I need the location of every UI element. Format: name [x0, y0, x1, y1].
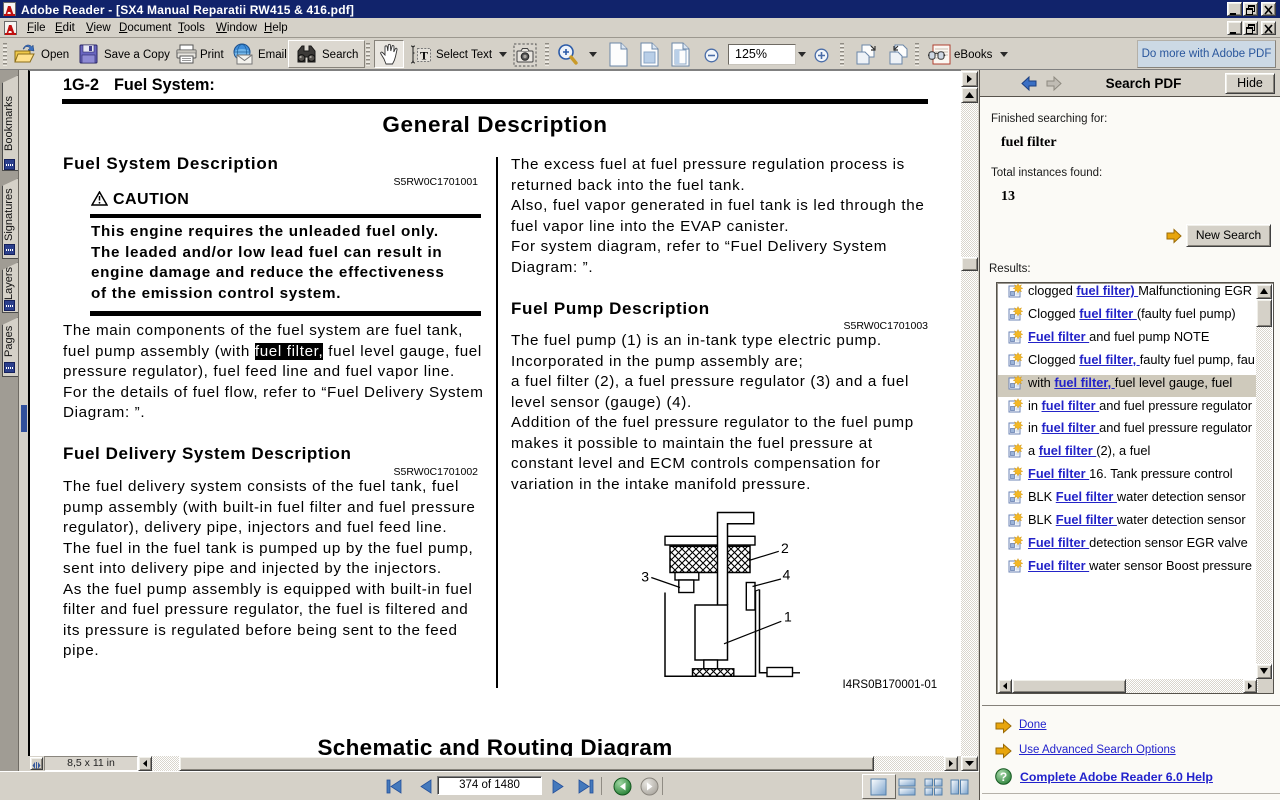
svg-text:2: 2	[781, 540, 789, 556]
svg-text:4: 4	[783, 567, 791, 583]
svg-text:T: T	[420, 49, 428, 63]
svg-text:?: ?	[1000, 770, 1007, 784]
svg-text:3: 3	[641, 569, 649, 585]
svg-text:I4RS0B170001-01: I4RS0B170001-01	[843, 679, 938, 691]
svg-text:1: 1	[784, 609, 792, 625]
